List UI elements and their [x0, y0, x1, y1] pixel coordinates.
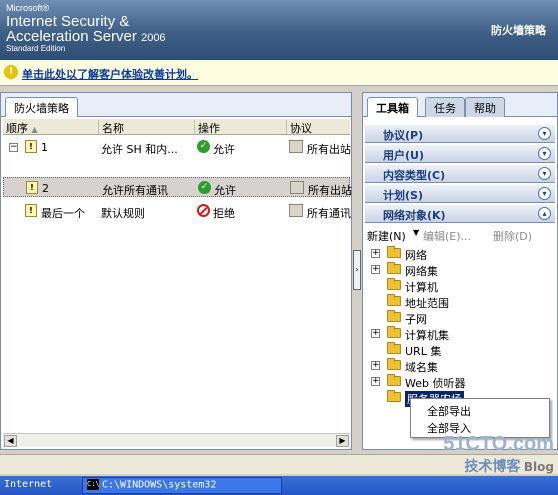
expand-icon[interactable]: + — [371, 265, 380, 274]
tree-item[interactable]: URL 集 — [365, 341, 555, 358]
folder-icon — [387, 342, 401, 354]
tab-firewall-policy[interactable]: 防火墙策略 — [5, 97, 78, 117]
chevron-up-icon[interactable]: ▴ — [538, 207, 551, 220]
product-logo: Microsoft® Internet Security & Accelerat… — [6, 3, 166, 53]
column-protocol[interactable]: 协议 — [287, 120, 350, 135]
new-button[interactable]: 新建(N) — [367, 228, 406, 244]
folder-icon — [387, 326, 401, 338]
column-action[interactable]: 操作 — [195, 120, 287, 135]
rule-icon: ! — [25, 140, 37, 153]
folder-icon — [387, 294, 401, 306]
watermark: 51CTO.com 技术博客 Blog — [443, 433, 554, 475]
rule-icon: ! — [26, 181, 38, 194]
chevron-down-icon[interactable]: ▾ — [538, 127, 551, 140]
folder-icon — [387, 374, 401, 386]
tree-item[interactable]: 子网 — [365, 309, 555, 326]
protocol-icon — [289, 204, 303, 217]
tree-item[interactable]: 地址范围 — [365, 293, 555, 310]
folder-icon — [387, 390, 401, 402]
delete-button[interactable]: 删除(D) — [493, 228, 532, 244]
column-order[interactable]: 顺序 ▲ — [3, 120, 99, 135]
deny-icon — [197, 204, 210, 217]
network-objects-tree: +网络+网络集计算机地址范围子网+计算机集URL 集+域名集+Web 侦听器服务… — [365, 245, 555, 407]
rule-table-header: 顺序 ▲ 名称 操作 协议 — [3, 119, 350, 135]
column-name[interactable]: 名称 — [99, 120, 195, 135]
tab-toolbox[interactable]: 工具箱 — [367, 97, 418, 117]
info-icon: ! — [4, 65, 18, 79]
tab-tasks[interactable]: 任务 — [425, 97, 465, 117]
folder-icon — [387, 278, 401, 290]
collapse-pane-icon[interactable]: › — [353, 250, 361, 290]
section-network-objects[interactable]: 网络对象(K) ▴ — [365, 205, 555, 223]
tab-help[interactable]: 帮助 — [465, 97, 505, 117]
folder-icon — [387, 358, 401, 370]
info-bar[interactable]: ! 单击此处以了解客户体验改善计划。 — [0, 60, 558, 86]
section-protocols[interactable]: 协议(P) ▾ — [365, 125, 555, 143]
scroll-right-icon[interactable]: ▶ — [336, 435, 349, 447]
expand-icon[interactable]: + — [371, 361, 380, 370]
folder-icon — [387, 262, 401, 274]
folder-icon — [387, 246, 401, 258]
table-row-selected[interactable]: ! 2 允许所有通讯 ✓ 允许 所有出站 — [3, 177, 352, 197]
tree-item[interactable]: + Web 侦听器 — [365, 373, 555, 390]
scroll-left-icon[interactable]: ◀ — [4, 435, 17, 447]
panel-splitter[interactable]: › — [352, 92, 362, 450]
tree-item[interactable]: + 域名集 — [365, 357, 555, 374]
expand-icon[interactable]: + — [371, 329, 380, 338]
toolbox-panel: 工具箱 任务 帮助 协议(P) ▾ 用户(U) ▾ 内容类型(C) ▾ 计划(S) ▾ … — [362, 92, 558, 450]
section-users[interactable]: 用户(U) ▾ — [365, 145, 555, 163]
taskbar-item-cmd[interactable]: C:\ C:\WINDOWS\system32 — [82, 477, 282, 494]
chevron-down-icon[interactable]: ▾ — [538, 167, 551, 180]
tree-item[interactable]: + 网络集 — [365, 261, 555, 278]
section-schedules[interactable]: 计划(S) ▾ — [365, 185, 555, 203]
edit-button[interactable]: 编辑(E)... — [423, 228, 471, 244]
firewall-policy-panel: 防火墙策略 顺序 ▲ 名称 操作 协议 − ! 1 允许 SH 和内... ✓ … — [0, 92, 352, 450]
expand-icon[interactable]: + — [371, 249, 380, 258]
table-row[interactable]: − ! 1 允许 SH 和内... ✓ 允许 所有出站 — [3, 137, 351, 157]
collapse-icon[interactable]: − — [9, 143, 18, 152]
network-objects-toolbar: 新建(N) ▼ 编辑(E)... 删除(D) — [365, 225, 555, 243]
protocol-icon — [289, 140, 303, 153]
chevron-down-icon[interactable]: ▾ — [538, 187, 551, 200]
expand-icon[interactable]: + — [371, 377, 380, 386]
protocol-icon — [290, 181, 304, 194]
cmd-icon: C:\ — [87, 479, 100, 490]
horizontal-scrollbar[interactable]: ◀ ▶ — [3, 433, 350, 447]
tree-item[interactable]: 计算机 — [365, 277, 555, 294]
chevron-down-icon[interactable]: ▾ — [538, 147, 551, 160]
tree-item[interactable]: + 计算机集 — [365, 325, 555, 342]
dropdown-arrow-icon[interactable]: ▼ — [413, 228, 419, 237]
rule-icon: ! — [25, 204, 37, 217]
allow-icon: ✓ — [198, 181, 211, 194]
page-title: 防火墙策略 — [491, 24, 546, 37]
allow-icon: ✓ — [197, 140, 210, 153]
context-menu: 全部导出 全部导入 — [410, 398, 550, 438]
section-content-types[interactable]: 内容类型(C) ▾ — [365, 165, 555, 183]
table-row[interactable]: ! 最后一个 默认规则 拒绝 所有通讯 — [3, 201, 351, 221]
app-header: Microsoft® Internet Security & Accelerat… — [0, 0, 558, 60]
menu-item-export-all[interactable]: 全部导出 — [427, 403, 471, 419]
tree-item[interactable]: + 网络 — [365, 245, 555, 262]
taskbar-item-internet[interactable]: Internet — [0, 478, 56, 493]
folder-icon — [387, 310, 401, 322]
ceip-link[interactable]: 单击此处以了解客户体验改善计划。 — [22, 66, 198, 82]
